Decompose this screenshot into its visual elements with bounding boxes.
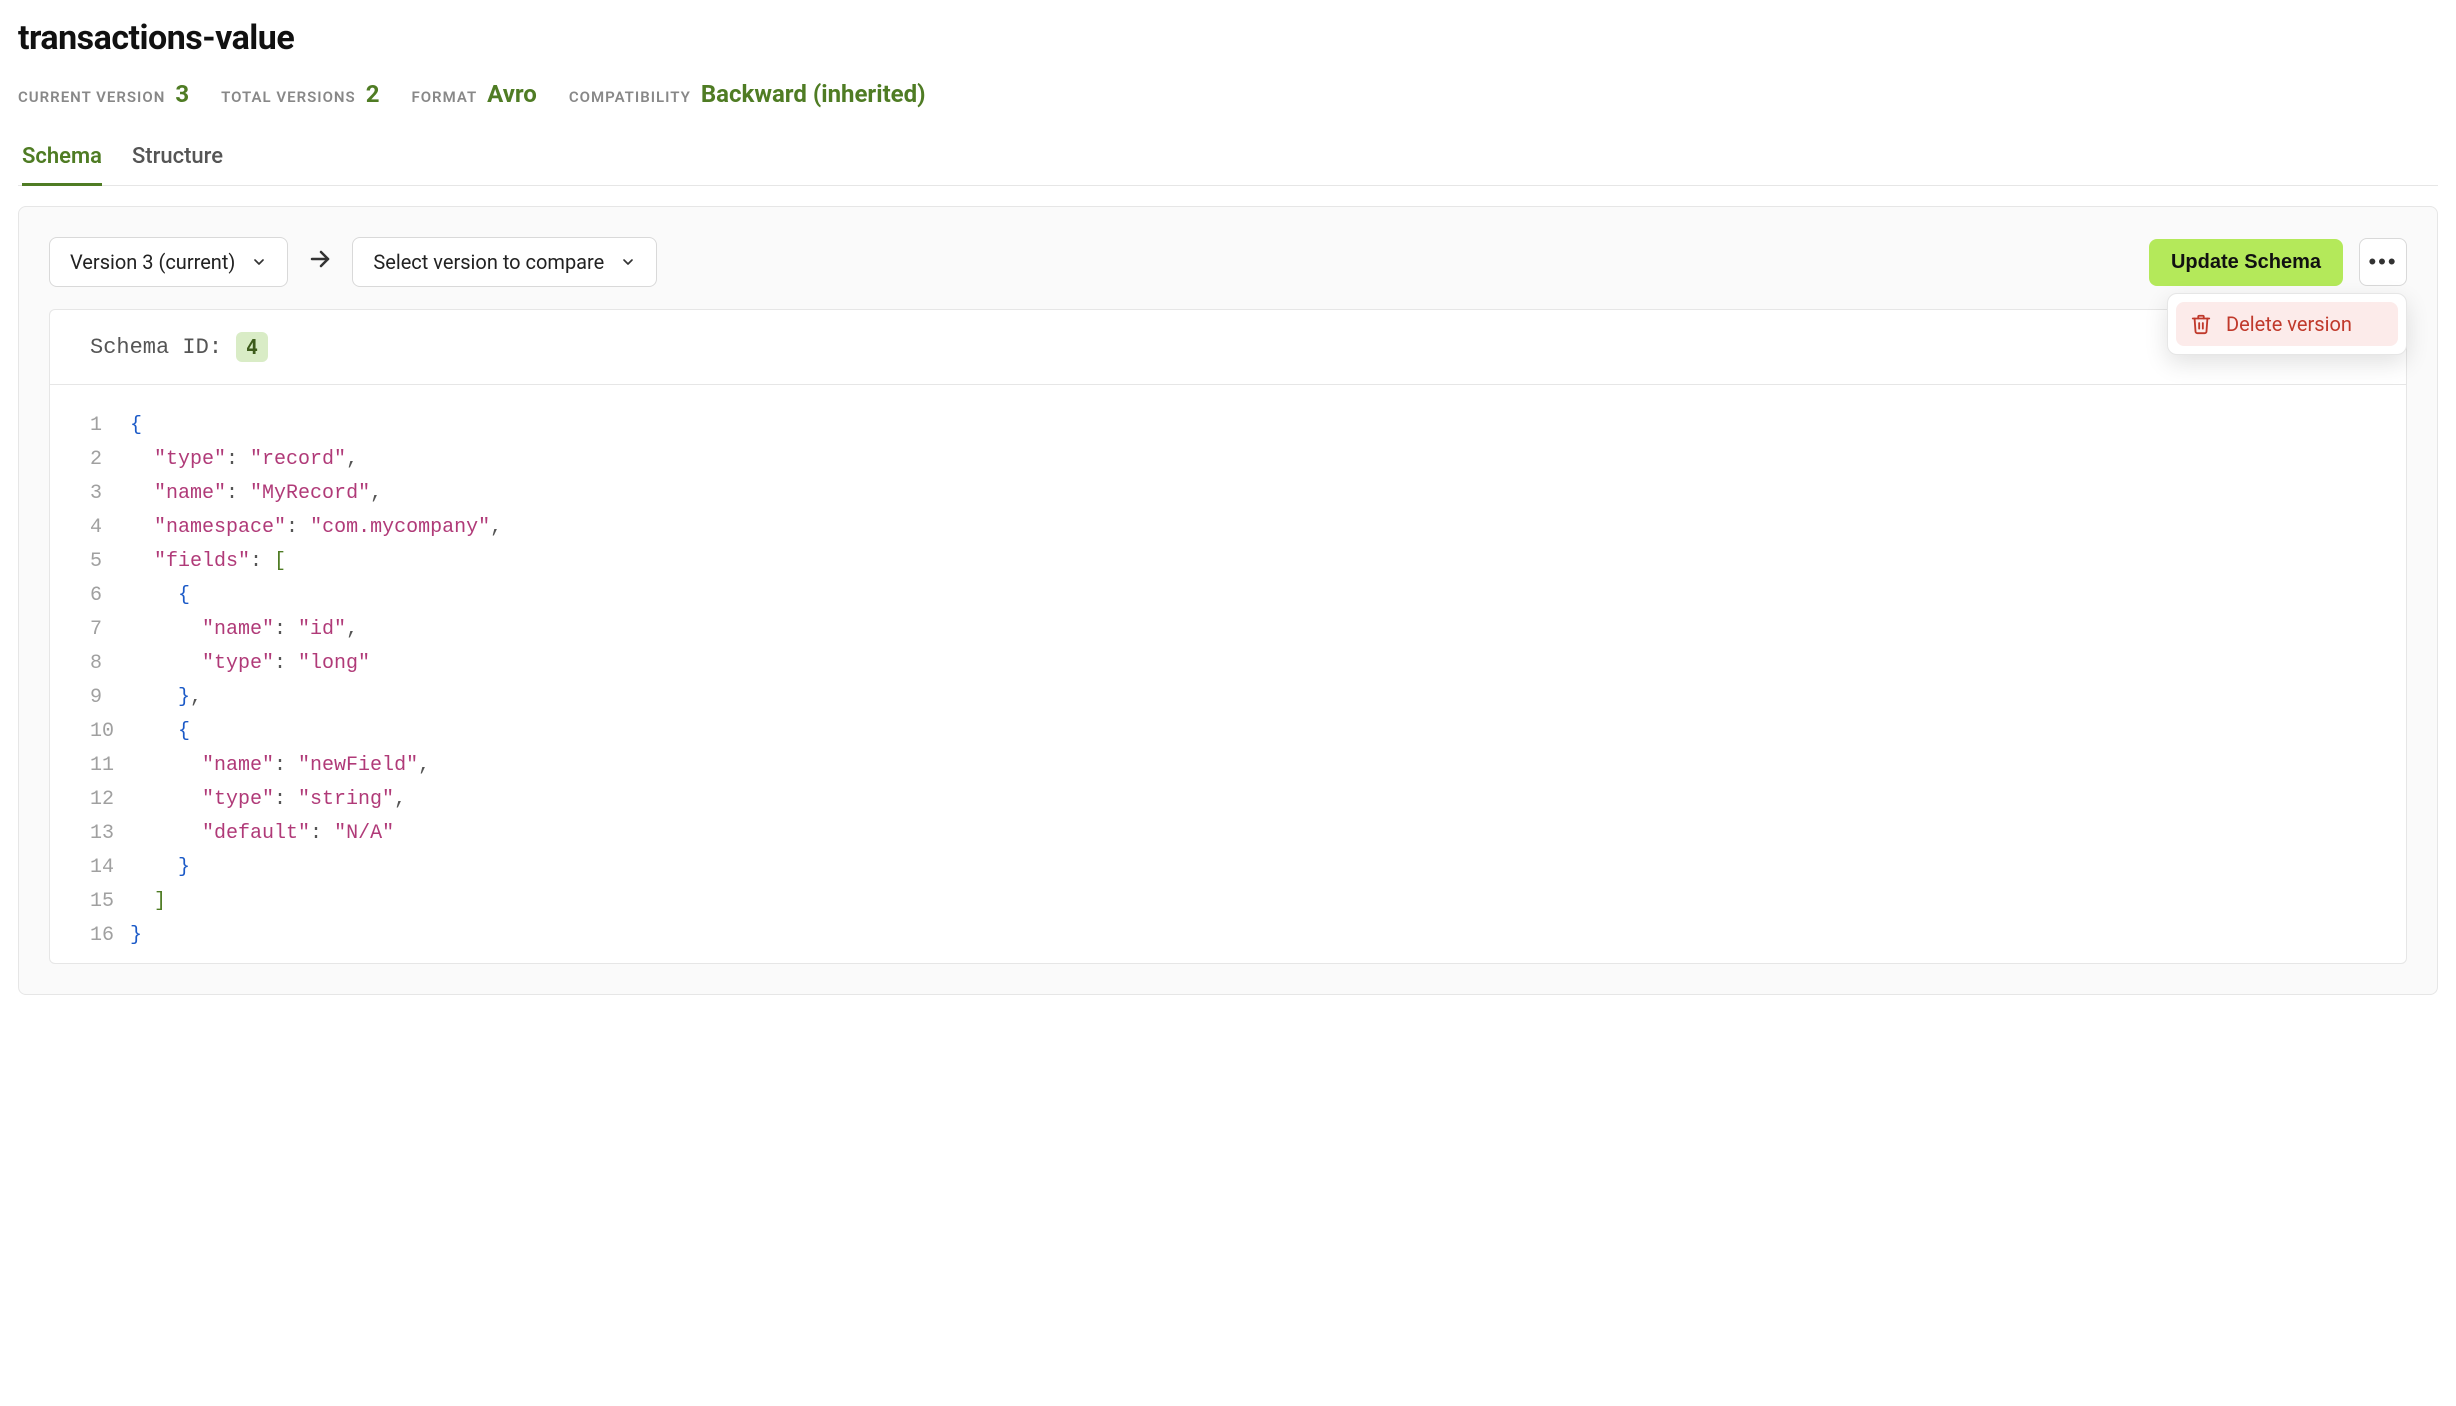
ellipsis-icon: ••• [2368,249,2397,275]
code-line: 10 { [90,715,2366,749]
line-number: 2 [90,443,130,477]
toolbar: Version 3 (current) Select version to co… [49,237,2407,287]
code-line: 15 ] [90,885,2366,919]
line-number: 15 [90,885,130,919]
line-number: 9 [90,681,130,715]
code-content: { [130,409,142,443]
code-line: 8 "type": "long" [90,647,2366,681]
meta-value: Backward (inherited) [701,80,926,108]
delete-version-label: Delete version [2226,312,2352,336]
code-line: 6 { [90,579,2366,613]
code-line: 1{ [90,409,2366,443]
line-number: 13 [90,817,130,851]
meta-label: CURRENT VERSION [18,88,165,106]
meta-current-version: CURRENT VERSION 3 [18,80,189,108]
line-number: 11 [90,749,130,783]
code-content: { [130,715,190,749]
line-number: 16 [90,919,130,953]
code-content: } [130,919,142,953]
chevron-down-icon [251,254,267,270]
actions-dropdown: Delete version [2167,293,2407,355]
schema-panel: Version 3 (current) Select version to co… [18,206,2438,995]
code-content: "type": "record", [130,443,358,477]
line-number: 1 [90,409,130,443]
compare-select-label: Select version to compare [373,250,604,274]
meta-compatibility: COMPATIBILITY Backward (inherited) [569,80,926,108]
code-content: } [130,851,190,885]
code-content: "name": "id", [130,613,358,647]
meta-label: COMPATIBILITY [569,88,691,106]
line-number: 7 [90,613,130,647]
line-number: 12 [90,783,130,817]
tab-structure[interactable]: Structure [132,136,223,186]
code-line: 9 }, [90,681,2366,715]
meta-label: TOTAL VERSIONS [221,88,356,106]
meta-format: FORMAT Avro [411,80,536,108]
meta-total-versions: TOTAL VERSIONS 2 [221,80,379,108]
code-line: 12 "type": "string", [90,783,2366,817]
code-line: 3 "name": "MyRecord", [90,477,2366,511]
version-select[interactable]: Version 3 (current) [49,237,288,287]
schema-id-label: Schema ID: [90,335,222,360]
line-number: 6 [90,579,130,613]
code-content: "name": "MyRecord", [130,477,382,511]
code-content: "name": "newField", [130,749,430,783]
line-number: 4 [90,511,130,545]
schema-id-header: Schema ID: 4 [50,310,2406,385]
code-line: 7 "name": "id", [90,613,2366,647]
version-select-label: Version 3 (current) [70,250,235,274]
line-number: 10 [90,715,130,749]
update-schema-button[interactable]: Update Schema [2149,239,2343,286]
tabs: Schema Structure [18,136,2438,186]
trash-icon [2190,313,2212,335]
chevron-down-icon [620,254,636,270]
more-actions-button[interactable]: ••• [2359,238,2407,286]
code-line: 14 } [90,851,2366,885]
code-content: "type": "string", [130,783,406,817]
code-line: 2 "type": "record", [90,443,2366,477]
code-line: 5 "fields": [ [90,545,2366,579]
code-content: ] [130,885,166,919]
code-content: }, [130,681,202,715]
delete-version-item[interactable]: Delete version [2176,302,2398,346]
meta-value: 3 [175,80,189,108]
line-number: 5 [90,545,130,579]
code-line: 11 "name": "newField", [90,749,2366,783]
tab-schema[interactable]: Schema [22,136,102,186]
schema-id-badge: 4 [236,332,268,362]
line-number: 14 [90,851,130,885]
code-line: 16} [90,919,2366,953]
code-content: "type": "long" [130,647,370,681]
schema-code: 1{2 "type": "record",3 "name": "MyRecord… [50,385,2406,963]
meta-value: 2 [366,80,380,108]
code-line: 4 "namespace": "com.mycompany", [90,511,2366,545]
code-content: "default": "N/A" [130,817,394,851]
schema-card: Schema ID: 4 1{2 "type": "record",3 "nam… [49,309,2407,964]
code-content: "namespace": "com.mycompany", [130,511,502,545]
meta-label: FORMAT [411,88,477,106]
arrow-right-icon [304,247,336,277]
line-number: 3 [90,477,130,511]
code-content: "fields": [ [130,545,286,579]
code-line: 13 "default": "N/A" [90,817,2366,851]
meta-value: Avro [487,80,537,108]
meta-row: CURRENT VERSION 3 TOTAL VERSIONS 2 FORMA… [18,80,2438,108]
code-content: { [130,579,190,613]
compare-version-select[interactable]: Select version to compare [352,237,657,287]
page-title: transactions-value [18,18,2438,58]
line-number: 8 [90,647,130,681]
